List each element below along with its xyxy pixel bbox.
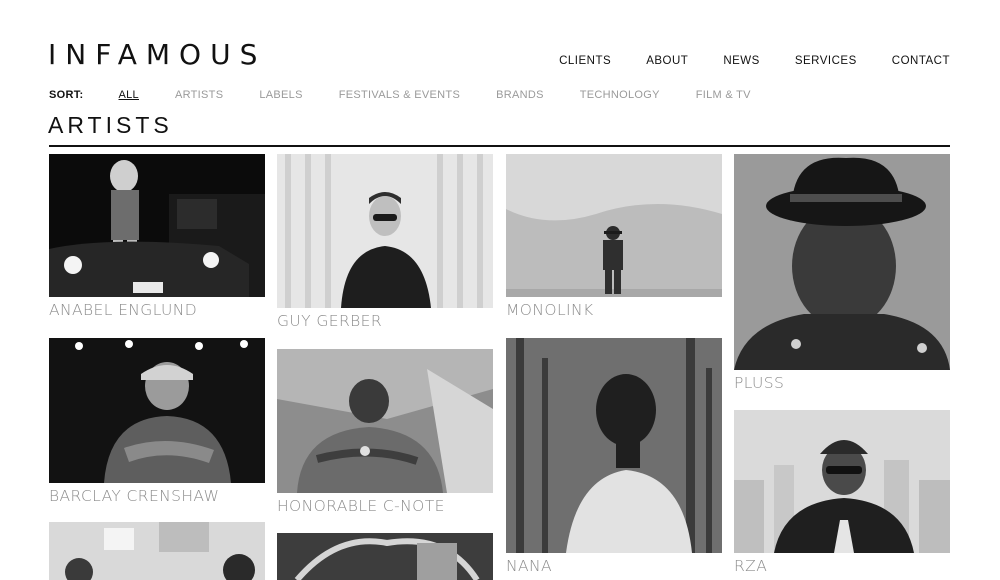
artist-card-guy-gerber[interactable]: GUY GERBER (277, 154, 493, 330)
artist-name[interactable]: PLUSS (734, 374, 950, 392)
artist-card-anabel-englund[interactable]: ANABEL ENGLUND (49, 154, 265, 319)
artist-photo[interactable] (506, 338, 722, 553)
artist-photo[interactable] (277, 154, 493, 308)
sort-option-brands[interactable]: BRANDS (496, 89, 544, 101)
artist-name[interactable]: ANABEL ENGLUND (49, 301, 265, 319)
artist-card-honorable-c-note[interactable]: HONORABLE C-NOTE (277, 349, 493, 515)
artist-photo[interactable] (49, 338, 265, 483)
page-title: ARTISTS (48, 112, 173, 138)
nav-news[interactable]: NEWS (723, 55, 760, 67)
nav-clients[interactable]: CLIENTS (559, 55, 611, 67)
artist-name[interactable]: GUY GERBER (277, 312, 493, 330)
artist-name[interactable]: HONORABLE C-NOTE (277, 497, 493, 515)
title-divider (49, 145, 950, 147)
artist-card-barclay-crenshaw[interactable]: BARCLAY CRENSHAW (49, 338, 265, 505)
sort-option-artists[interactable]: ARTISTS (175, 89, 223, 101)
artist-photo[interactable] (277, 349, 493, 493)
artist-name[interactable]: NANA (506, 557, 722, 575)
artist-name[interactable]: MONOLINK (506, 301, 722, 319)
artist-card-unnamed-1[interactable] (49, 522, 265, 580)
artist-card-rza[interactable]: RZA (734, 410, 950, 575)
artist-photo[interactable] (49, 522, 265, 580)
artist-name[interactable]: RZA (734, 557, 950, 575)
artist-photo[interactable] (734, 410, 950, 553)
sort-option-labels[interactable]: LABELS (259, 89, 302, 101)
main-nav: CLIENTS ABOUT NEWS SERVICES CONTACT (559, 55, 950, 67)
artist-photo[interactable] (49, 154, 265, 297)
sort-option-all[interactable]: ALL (119, 89, 139, 101)
sort-filter-bar: SORT: ALL ARTISTS LABELS FESTIVALS & EVE… (49, 89, 787, 101)
sort-option-technology[interactable]: TECHNOLOGY (580, 89, 660, 101)
nav-contact[interactable]: CONTACT (892, 55, 950, 67)
site-logo[interactable]: INFAMOUS (48, 38, 266, 71)
artist-card-pluss[interactable]: PLUSS (734, 154, 950, 392)
nav-services[interactable]: SERVICES (795, 55, 857, 67)
artist-name[interactable]: BARCLAY CRENSHAW (49, 487, 265, 505)
artist-card-nana[interactable]: NANA (506, 338, 722, 575)
artist-card-monolink[interactable]: MONOLINK (506, 154, 722, 319)
sort-option-festivals-events[interactable]: FESTIVALS & EVENTS (339, 89, 460, 101)
nav-about[interactable]: ABOUT (646, 55, 688, 67)
sort-label: SORT: (49, 89, 84, 101)
sort-option-film-tv[interactable]: FILM & TV (696, 89, 751, 101)
artist-card-unnamed-2[interactable] (277, 533, 493, 580)
artist-photo[interactable] (506, 154, 722, 297)
artist-photo[interactable] (277, 533, 493, 580)
artist-photo[interactable] (734, 154, 950, 370)
